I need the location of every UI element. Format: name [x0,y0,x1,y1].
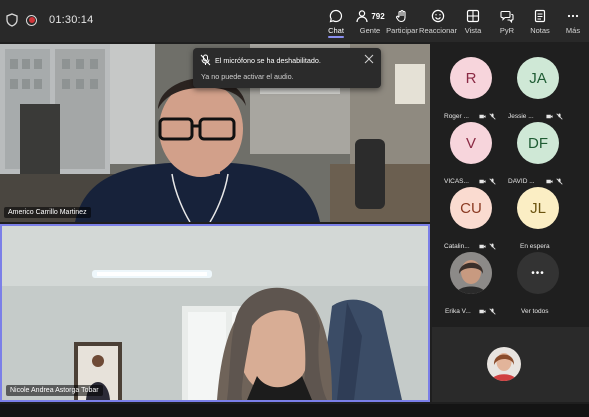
raise-hand-icon [396,9,406,23]
microphone-off-icon [489,243,496,250]
participant-status [546,113,563,120]
notification-title: El micrófono se ha deshabilitado. [215,56,321,65]
people-icon [356,10,368,23]
more-label: Más [565,26,581,35]
notes-label: Notas [530,26,550,35]
participant-name: Catalin... [444,243,470,250]
participant-status [546,178,563,185]
participant-name: DAVID ... [508,178,535,185]
camera-off-icon [479,244,486,249]
participant-status [479,243,496,250]
close-icon[interactable] [364,54,374,64]
notes-button[interactable]: Notas [530,0,550,42]
camera-off-icon [479,309,486,314]
qa-icon [500,10,514,23]
more-icon [567,14,579,18]
people-label: Gente [359,26,381,35]
participant-name: En espera [520,243,550,250]
participant-name-tag: Nicole Andrea Astorga Tobar [6,385,103,396]
notification-body: Ya no puede activar el audio. [201,72,294,81]
meeting-toolbar: 01:30:14 Chat 792 Gente Participar Reacc… [0,0,589,42]
chat-button[interactable]: Chat [325,0,347,42]
shield-icon [6,13,18,27]
qa-label: PyR [499,26,515,35]
more-icon: ••• [517,252,559,294]
raise-hand-label: Participar [386,26,418,35]
see-all-button[interactable]: ••• Ver todos [506,252,570,322]
avatar: JL [517,187,559,229]
participant-tile[interactable]: DF DAVID ... [506,122,570,192]
self-profile-photo [487,347,521,381]
participant-tile-waiting[interactable]: JL En espera [506,187,570,257]
qa-button[interactable]: PyR [498,0,516,42]
meeting-status: 01:30:14 [6,13,93,27]
avatar: CU [450,187,492,229]
microphone-off-icon [489,178,496,185]
view-button[interactable]: Vista [463,0,483,42]
participant-tile[interactable]: R Roger ... [439,57,503,127]
people-button[interactable]: 792 Gente [356,0,385,42]
participant-name: VICAS... [444,178,469,185]
video-feed-room [2,226,428,400]
participant-status [479,113,496,120]
chat-icon [329,9,343,23]
camera-off-icon [479,179,486,184]
participant-status [479,308,496,315]
react-button[interactable]: Reaccionar [419,0,457,42]
participant-name: Jessie ... [508,113,534,120]
see-all-label: Ver todos [521,308,549,315]
avatar: DF [517,122,559,164]
microphone-off-icon [556,178,563,185]
avatar [487,347,521,381]
participant-tile[interactable]: V VICAS... [439,122,503,192]
participant-name: Roger ... [444,113,469,120]
microphone-off-icon [200,54,211,66]
participant-name: Erika V... [445,308,471,315]
camera-off-icon [479,114,486,119]
notes-icon [534,9,546,23]
react-label: Reaccionar [419,26,457,35]
participant-tile[interactable]: CU Catalin... [439,187,503,257]
view-label: Vista [464,26,482,35]
recording-icon [26,14,37,26]
meeting-timer: 01:30:14 [49,14,94,26]
camera-off-icon [546,179,553,184]
self-view[interactable] [432,327,589,402]
raise-hand-button[interactable]: Participar [386,0,418,42]
participant-status [479,178,496,185]
profile-photo [450,252,492,294]
participant-tile[interactable]: Erika V... [439,252,503,322]
avatar: JA [517,57,559,99]
camera-off-icon [546,114,553,119]
reaction-icon [431,9,445,23]
taskbar [0,404,589,417]
microphone-off-icon [489,308,496,315]
participant-name-tag: Americo Carrillo Martinez [4,207,91,218]
people-count: 792 [371,11,385,21]
participant-tile[interactable]: JA Jessie ... [506,57,570,127]
avatar [450,252,492,294]
participants-panel: R Roger ... JA Jessie ... V VICAS... DF … [432,44,589,327]
video-tile-active-speaker[interactable]: Nicole Andrea Astorga Tobar [0,224,430,402]
microphone-off-icon [489,113,496,120]
view-icon [466,9,480,23]
mic-disabled-notification: El micrófono se ha deshabilitado. Ya no … [193,48,381,88]
more-button[interactable]: Más [564,0,582,42]
microphone-off-icon [556,113,563,120]
chat-label: Chat [328,26,344,35]
avatar: R [450,57,492,99]
avatar: V [450,122,492,164]
